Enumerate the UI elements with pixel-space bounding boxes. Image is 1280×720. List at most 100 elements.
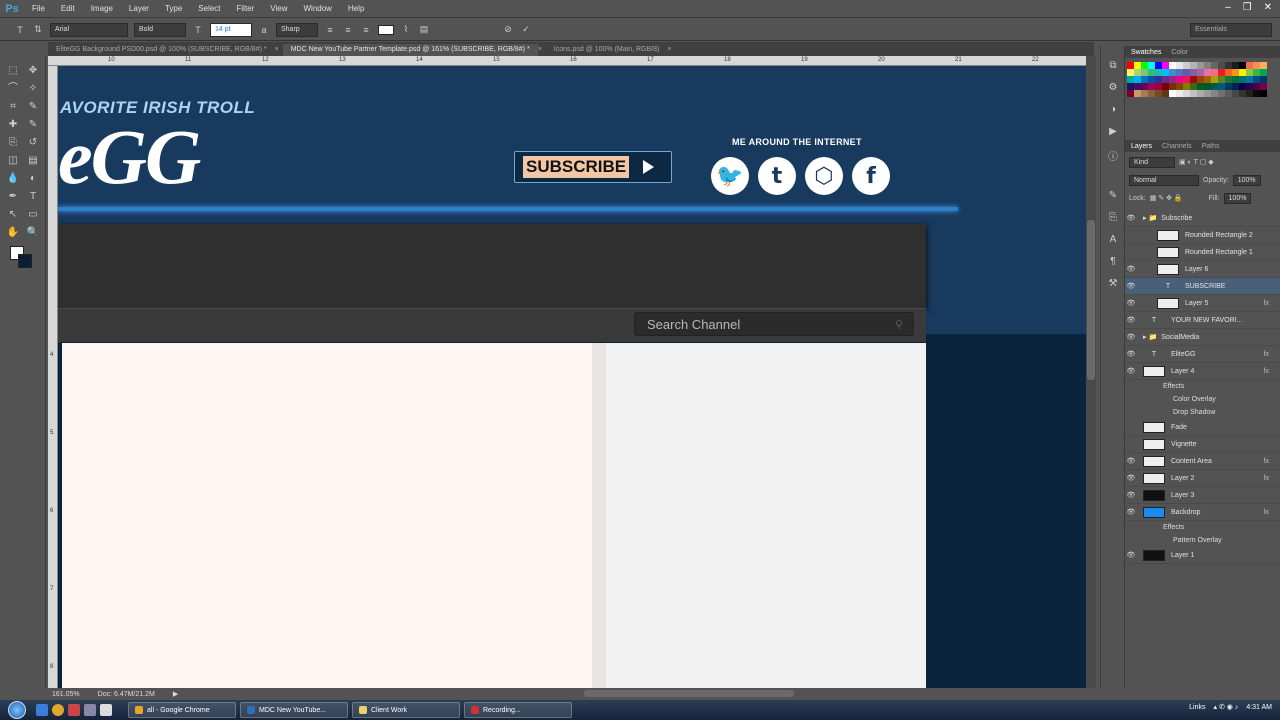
type-tool-icon[interactable]: T (26, 190, 40, 204)
color-swatch[interactable] (1148, 69, 1155, 76)
vertical-scroll-thumb[interactable] (1087, 220, 1095, 380)
color-swatch[interactable] (1253, 62, 1260, 69)
taskbar-item[interactable]: Recording... (464, 702, 572, 718)
document-tab[interactable]: Icons.psd @ 100% (Main, RGB/8) (546, 44, 668, 56)
menu-filter[interactable]: Filter (229, 4, 263, 13)
color-swatch[interactable] (1183, 83, 1190, 90)
color-swatch[interactable] (1246, 76, 1253, 83)
layer-effect-row[interactable]: Effects (1125, 521, 1280, 534)
color-swatch[interactable] (1169, 83, 1176, 90)
color-swatch[interactable] (1239, 62, 1246, 69)
tool-icon[interactable] (84, 704, 96, 716)
color-swatch[interactable] (1204, 69, 1211, 76)
horizontal-scroll-thumb[interactable] (584, 690, 794, 697)
color-swatch[interactable] (1141, 62, 1148, 69)
color-swatch[interactable] (1148, 90, 1155, 97)
blend-mode-select[interactable]: Normal (1129, 174, 1199, 186)
tab-paths[interactable]: Paths (1202, 143, 1220, 150)
color-swatch[interactable] (1183, 62, 1190, 69)
close-tab-icon[interactable]: × (667, 44, 675, 56)
tool-presets-icon[interactable]: ⚒ (1106, 278, 1120, 292)
color-swatch[interactable] (1211, 76, 1218, 83)
layer-effect-row[interactable]: Color Overlay (1125, 393, 1280, 406)
chrome-icon[interactable] (52, 704, 64, 716)
menu-window[interactable]: Window (296, 4, 340, 13)
brush-tool-icon[interactable]: ✎ (26, 118, 40, 132)
menu-view[interactable]: View (262, 4, 295, 13)
layer-row[interactable]: 👁 Layer 2 fx (1125, 470, 1280, 487)
color-swatch[interactable] (1176, 62, 1183, 69)
fill-field[interactable]: 100% (1223, 192, 1252, 204)
adjust-icon[interactable]: ◑ (1106, 104, 1120, 118)
layer-effect-row[interactable]: Pattern Overlay (1125, 534, 1280, 547)
color-swatch[interactable] (1155, 90, 1162, 97)
color-swatch[interactable] (1232, 62, 1239, 69)
info-icon[interactable]: ⓘ (1106, 148, 1120, 163)
align-left-icon[interactable]: ≡ (324, 25, 336, 35)
layer-row[interactable]: 👁 T SUBSCRIBE (1125, 278, 1280, 295)
workspace-select[interactable]: Essentials (1190, 23, 1272, 37)
layer-row[interactable]: 👁 ▸ 📁 SocialMedia (1125, 329, 1280, 346)
menu-layer[interactable]: Layer (121, 4, 157, 13)
color-swatch[interactable] (1232, 83, 1239, 90)
move-tool-icon[interactable]: ✥ (26, 64, 40, 78)
color-swatch[interactable] (1218, 90, 1225, 97)
color-swatch[interactable] (1183, 69, 1190, 76)
crop-tool-icon[interactable]: ⌗ (6, 100, 20, 114)
firefox-icon[interactable] (68, 704, 80, 716)
color-swatch[interactable] (1253, 83, 1260, 90)
properties-icon[interactable]: ⚙ (1106, 82, 1120, 96)
warp-text-icon[interactable]: ⌇ (400, 24, 412, 35)
layer-effects-icon[interactable]: fx (1264, 368, 1269, 375)
tab-color[interactable]: Color (1171, 49, 1188, 56)
antialias-select[interactable]: Sharp (276, 22, 318, 37)
color-swatch[interactable] (1190, 90, 1197, 97)
character-panel-icon[interactable]: ▤ (418, 24, 430, 35)
color-swatch[interactable] (1155, 62, 1162, 69)
color-swatch[interactable] (1183, 76, 1190, 83)
text-color-swatch[interactable] (378, 24, 394, 35)
color-swatch[interactable] (1260, 83, 1267, 90)
cancel-icon[interactable]: ⊘ (502, 24, 514, 35)
kind-filter-select[interactable]: Kind (1129, 156, 1175, 168)
color-swatch[interactable] (1225, 83, 1232, 90)
color-swatch[interactable] (1246, 83, 1253, 90)
color-swatch[interactable] (1176, 83, 1183, 90)
color-swatch[interactable] (1239, 90, 1246, 97)
layer-effects-icon[interactable]: fx (1264, 300, 1269, 307)
color-swatch[interactable] (1141, 83, 1148, 90)
color-swatch[interactable] (1134, 83, 1141, 90)
layer-row[interactable]: 👁 T YOUR NEW FAVORI... (1125, 312, 1280, 329)
color-swatch[interactable] (1218, 83, 1225, 90)
color-swatch[interactable] (1190, 76, 1197, 83)
color-swatch[interactable] (1155, 83, 1162, 90)
history-tool-icon[interactable]: ↺ (26, 136, 40, 150)
color-swatch[interactable] (1169, 90, 1176, 97)
paragraph-icon[interactable]: ¶ (1106, 256, 1120, 270)
layer-row[interactable]: 👁 Backdrop fx (1125, 504, 1280, 521)
tab-channels[interactable]: Channels (1162, 143, 1192, 150)
layer-effects-icon[interactable]: fx (1264, 458, 1269, 465)
layer-row[interactable]: 👁 T EliteGG fx (1125, 346, 1280, 363)
tumblr-icon[interactable]: t (758, 157, 796, 195)
layer-row[interactable]: 👁 Layer 6 (1125, 261, 1280, 278)
color-swatch[interactable] (1141, 76, 1148, 83)
eraser-tool-icon[interactable]: ◫ (6, 154, 20, 168)
color-swatch[interactable] (1190, 69, 1197, 76)
color-swatch[interactable] (1197, 83, 1204, 90)
subscribe-button[interactable]: SUBSCRIBE (514, 151, 672, 183)
visibility-eye-icon[interactable]: 👁 (1125, 350, 1137, 358)
visibility-eye-icon[interactable]: 👁 (1125, 491, 1137, 499)
lock-icons[interactable]: ▦ ✎ ✥ 🔒 (1150, 194, 1183, 202)
visibility-eye-icon[interactable]: 👁 (1125, 551, 1137, 559)
layer-row[interactable]: Rounded Rectangle 2 (1125, 227, 1280, 244)
filter-icons[interactable]: ▣ ◐ T ▢ ◆ (1179, 158, 1214, 166)
color-swatch[interactable] (1127, 76, 1134, 83)
color-swatch[interactable] (1176, 69, 1183, 76)
color-swatch[interactable] (1225, 62, 1232, 69)
color-swatch[interactable] (1225, 76, 1232, 83)
color-swatch[interactable] (1260, 62, 1267, 69)
color-swatch[interactable] (1134, 69, 1141, 76)
color-swatch[interactable] (1211, 62, 1218, 69)
color-swatch[interactable] (1127, 69, 1134, 76)
